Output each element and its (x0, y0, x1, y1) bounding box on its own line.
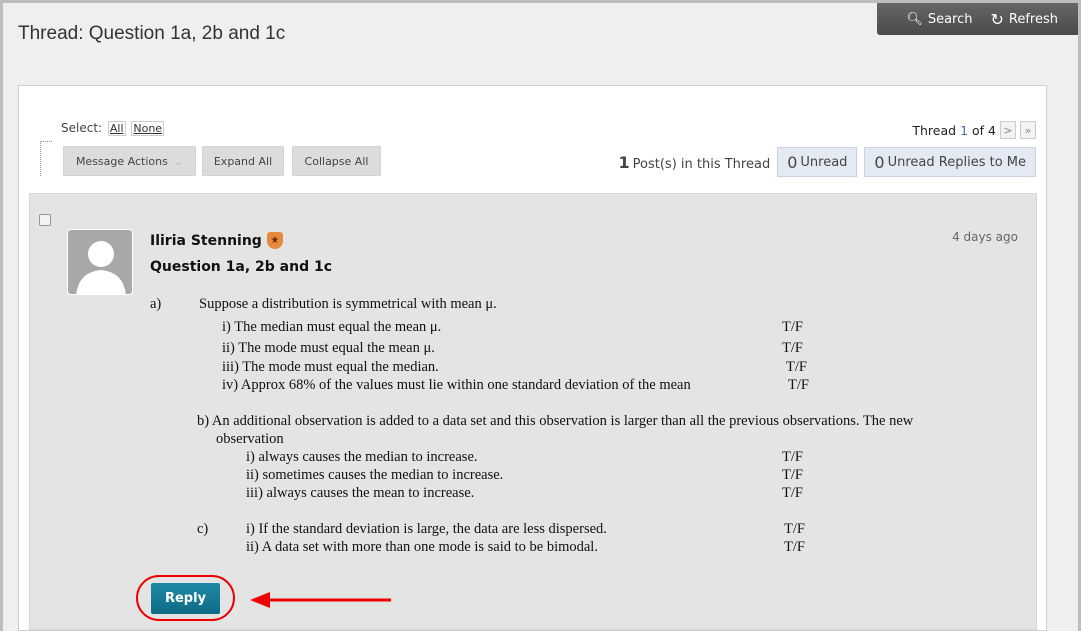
expand-all-button[interactable]: Expand All (202, 146, 284, 176)
post-body-line: T/F (788, 377, 809, 393)
post-subject: Question 1a, 2b and 1c (150, 259, 333, 275)
chevron-down-icon: ⌄ (173, 154, 184, 168)
thread-navigation: Thread 1 of 4 > » (912, 121, 1036, 139)
thread-counts: 1 Post(s) in this Thread 0 Unread 0 Unread … (619, 147, 1036, 177)
annotation-arrow-icon (250, 592, 391, 608)
post-count: 1 Post(s) in this Thread (618, 152, 771, 172)
message-actions-button[interactable]: Message Actions ⌄ (63, 146, 196, 176)
post-body-line: T/F (782, 485, 803, 501)
select-controls: Select: All None (61, 121, 165, 136)
post-body-line: ii) A data set with more than one mode i… (246, 539, 598, 555)
last-thread-button[interactable]: » (1020, 121, 1036, 139)
post-body-line: i) The median must equal the mean μ. (222, 319, 442, 335)
post-body-line: observation (216, 431, 284, 447)
highlight-circle (136, 575, 235, 621)
post-body-line: Suppose a distribution is symmetrical wi… (199, 296, 497, 312)
unread-button[interactable]: 0 Unread (777, 147, 858, 177)
post-body-line: b) An additional observation is added to… (197, 413, 914, 429)
post-author[interactable]: Iliria Stenning ★ (150, 232, 283, 249)
post-body-line: iii) always causes the mean to increase. (246, 485, 475, 501)
post-body-line: iii) The mode must equal the median. (222, 359, 439, 375)
avatar (67, 229, 133, 295)
user-silhouette-icon (76, 241, 126, 294)
post-body-line: T/F (786, 359, 807, 375)
connector-line (40, 141, 52, 176)
post: Iliria Stenning ★ Question 1a, 2b and 1c … (29, 193, 1037, 630)
refresh-button[interactable]: ↻ Refresh (991, 10, 1059, 29)
post-body-line: ii) sometimes causes the median to incre… (246, 467, 504, 483)
post-body-line: i) If the standard deviation is large, t… (246, 521, 607, 537)
post-body-line: i) always causes the median to increase. (246, 449, 478, 465)
search-button[interactable]: 🔍︎ Search (906, 12, 972, 27)
post-body-line: T/F (784, 539, 805, 555)
post-body-line: T/F (782, 319, 803, 335)
post-body-line: T/F (782, 467, 803, 483)
page-title: Thread: Question 1a, 2b and 1c (18, 23, 286, 44)
toolbar: 🔍︎ Search ↻ Refresh (877, 3, 1078, 35)
select-all-link[interactable]: All (107, 121, 126, 136)
post-body-line: c) (197, 521, 209, 537)
window: Thread: Question 1a, 2b and 1c 🔍︎ Search … (3, 3, 1078, 631)
post-body-line: iv) Approx 68% of the values must lie wi… (222, 377, 691, 393)
select-none-link[interactable]: None (131, 121, 165, 136)
post-body-line: T/F (784, 521, 805, 537)
post-body-line: ii) The mode must equal the mean μ. (222, 340, 435, 356)
thread-panel: Select: All None Message Actions ⌄ Expand… (18, 85, 1047, 631)
search-icon: 🔍︎ (906, 11, 923, 27)
collapse-all-button[interactable]: Collapse All (292, 146, 381, 176)
refresh-icon: ↻ (990, 9, 1004, 29)
post-checkbox[interactable] (39, 214, 51, 226)
post-body-line: T/F (782, 340, 803, 356)
next-thread-button[interactable]: > (1000, 121, 1016, 139)
post-time: 4 days ago (952, 230, 1018, 244)
post-body-line: T/F (782, 449, 803, 465)
star-badge-icon: ★ (266, 232, 283, 249)
post-body-line: a) (150, 296, 162, 312)
unread-replies-button[interactable]: 0 Unread Replies to Me (864, 147, 1036, 177)
